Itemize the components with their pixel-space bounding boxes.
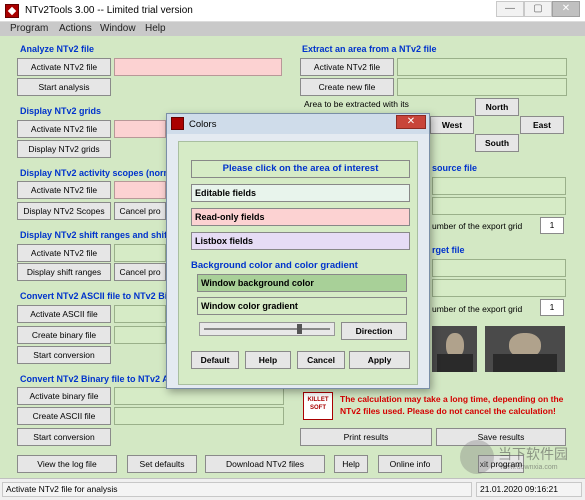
- analyze-file-field: [114, 58, 282, 76]
- ascii-target-field: [114, 407, 284, 425]
- grids-activate-button[interactable]: Activate NTv2 file: [17, 120, 111, 138]
- download-ntv2-button[interactable]: Download NTv2 files: [205, 455, 325, 473]
- scopes-activate-button[interactable]: Activate NTv2 file: [17, 181, 111, 199]
- minimize-button[interactable]: —: [496, 1, 524, 17]
- binary-file-field: [114, 387, 284, 405]
- menu-window[interactable]: Window: [100, 23, 136, 34]
- close-button[interactable]: ✕: [552, 1, 580, 17]
- photo-2: [485, 326, 565, 372]
- section-title-source-file: source file: [432, 163, 478, 173]
- menu-actions[interactable]: Actions: [59, 23, 92, 34]
- create-new-file-button[interactable]: Create new file: [300, 78, 394, 96]
- section-title-target-file: rget file: [432, 245, 465, 255]
- export-grid-label-2: umber of the export grid: [432, 304, 523, 314]
- extract-new-file-field: [397, 78, 567, 96]
- ascii-file-field: [114, 305, 166, 323]
- shift-cancel-button[interactable]: Cancel pro: [114, 263, 166, 281]
- section-title-extract: Extract an area from a NTv2 file: [302, 44, 437, 54]
- watermark-url: www.downxia.com: [500, 464, 558, 471]
- create-ascii-button[interactable]: Create ASCII file: [17, 407, 111, 425]
- extract-file-field: [397, 58, 567, 76]
- watermark-text: 当下软件园: [498, 446, 568, 462]
- warning-text-line2: NTv2 files used. Please do not cancel th…: [340, 406, 556, 416]
- west-button[interactable]: West: [430, 116, 474, 134]
- killet-soft-logo: KILLET SOFT: [303, 392, 333, 420]
- dialog-title-bar: Colors ✕: [167, 114, 429, 134]
- status-message: Activate NTv2 file for analysis: [2, 482, 472, 497]
- bg-section-title: Background color and color gradient: [191, 260, 358, 271]
- menu-help[interactable]: Help: [145, 23, 166, 34]
- online-info-button[interactable]: Online info: [378, 455, 442, 473]
- section-title-analyze: Analyze NTv2 file: [20, 44, 95, 54]
- target-file-field-2: [432, 279, 566, 297]
- extract-activate-button[interactable]: Activate NTv2 file: [300, 58, 394, 76]
- ascii-start-conversion-button[interactable]: Start conversion: [17, 346, 111, 364]
- window-title: NTv2Tools 3.00 -- Limited trial version: [25, 5, 193, 16]
- create-binary-button[interactable]: Create binary file: [17, 326, 111, 344]
- north-button[interactable]: North: [475, 98, 519, 116]
- shift-activate-button[interactable]: Activate NTv2 file: [17, 244, 111, 262]
- grids-file-field: [114, 120, 166, 138]
- activate-binary-button[interactable]: Activate binary file: [17, 387, 111, 405]
- dialog-cancel-button[interactable]: Cancel: [297, 351, 345, 369]
- help-button[interactable]: Help: [334, 455, 368, 473]
- section-title-shift-ranges: Display NTv2 shift ranges and shift: [20, 230, 171, 240]
- menu-program[interactable]: Program: [10, 23, 48, 34]
- slider-track-line: [204, 328, 330, 330]
- dialog-help-button[interactable]: Help: [245, 351, 291, 369]
- slider-thumb[interactable]: [296, 324, 302, 334]
- section-title-display-grids: Display NTv2 grids: [20, 106, 102, 116]
- scopes-file-field: [114, 181, 166, 199]
- dialog-instruction: Please click on the area of interest: [191, 160, 410, 178]
- activate-ascii-button[interactable]: Activate ASCII file: [17, 305, 111, 323]
- area-extract-label: Area to be extracted with its: [304, 99, 409, 109]
- window-background-swatch[interactable]: Window background color: [197, 274, 407, 292]
- app-logo-icon: [5, 4, 19, 18]
- display-shift-ranges-button[interactable]: Display shift ranges: [17, 263, 111, 281]
- analyze-activate-button[interactable]: Activate NTv2 file: [17, 58, 111, 76]
- watermark: 当下软件园 www.downxia.com: [460, 440, 578, 488]
- start-analysis-button[interactable]: Start analysis: [17, 78, 111, 96]
- dialog-apply-button[interactable]: Apply: [349, 351, 410, 369]
- section-title-ascii-to-binary: Convert NTv2 ASCII file to NTv2 Bin: [20, 291, 173, 301]
- menu-bar: Program Actions Window Help: [0, 22, 585, 36]
- east-button[interactable]: East: [520, 116, 564, 134]
- dialog-app-icon: [171, 117, 184, 130]
- section-title-activity-scopes: Display NTv2 activity scopes (norm: [20, 168, 172, 178]
- colors-dialog: Colors ✕ Please click on the area of int…: [166, 113, 430, 389]
- dialog-panel: Please click on the area of interest Edi…: [178, 141, 418, 385]
- export-grid-input[interactable]: 1: [540, 217, 564, 234]
- export-grid-input-2[interactable]: 1: [540, 299, 564, 316]
- source-file-field: [432, 177, 566, 195]
- target-file-field: [432, 259, 566, 277]
- scopes-cancel-button[interactable]: Cancel pro: [114, 202, 166, 220]
- export-grid-label: umber of the export grid: [432, 221, 523, 231]
- dialog-close-button[interactable]: ✕: [396, 115, 426, 129]
- watermark-logo-icon: [460, 440, 494, 474]
- warning-text-line1: The calculation may take a long time, de…: [340, 394, 564, 404]
- binary-target-field: [114, 326, 166, 344]
- readonly-fields-swatch[interactable]: Read-only fields: [191, 208, 410, 226]
- print-results-button[interactable]: Print results: [300, 428, 432, 446]
- editable-fields-swatch[interactable]: Editable fields: [191, 184, 410, 202]
- source-file-field-2: [432, 197, 566, 215]
- dialog-default-button[interactable]: Default: [191, 351, 239, 369]
- title-bar: NTv2Tools 3.00 -- Limited trial version …: [0, 0, 585, 22]
- window-gradient-swatch[interactable]: Window color gradient: [197, 297, 407, 315]
- set-defaults-button[interactable]: Set defaults: [127, 455, 197, 473]
- view-log-button[interactable]: View the log file: [17, 455, 117, 473]
- display-grids-button[interactable]: Display NTv2 grids: [17, 140, 111, 158]
- section-title-binary-to-ascii: Convert NTv2 Binary file to NTv2 AS: [20, 374, 175, 384]
- direction-button[interactable]: Direction: [341, 322, 407, 340]
- photo-1: [432, 326, 477, 372]
- south-button[interactable]: South: [475, 134, 519, 152]
- display-scopes-button[interactable]: Display NTv2 Scopes: [17, 202, 111, 220]
- binary-start-conversion-button[interactable]: Start conversion: [17, 428, 111, 446]
- gradient-slider[interactable]: [199, 322, 335, 336]
- listbox-fields-swatch[interactable]: Listbox fields: [191, 232, 410, 250]
- maximize-button[interactable]: ▢: [524, 1, 552, 17]
- dialog-title: Colors: [189, 119, 217, 130]
- shift-file-field: [114, 244, 166, 262]
